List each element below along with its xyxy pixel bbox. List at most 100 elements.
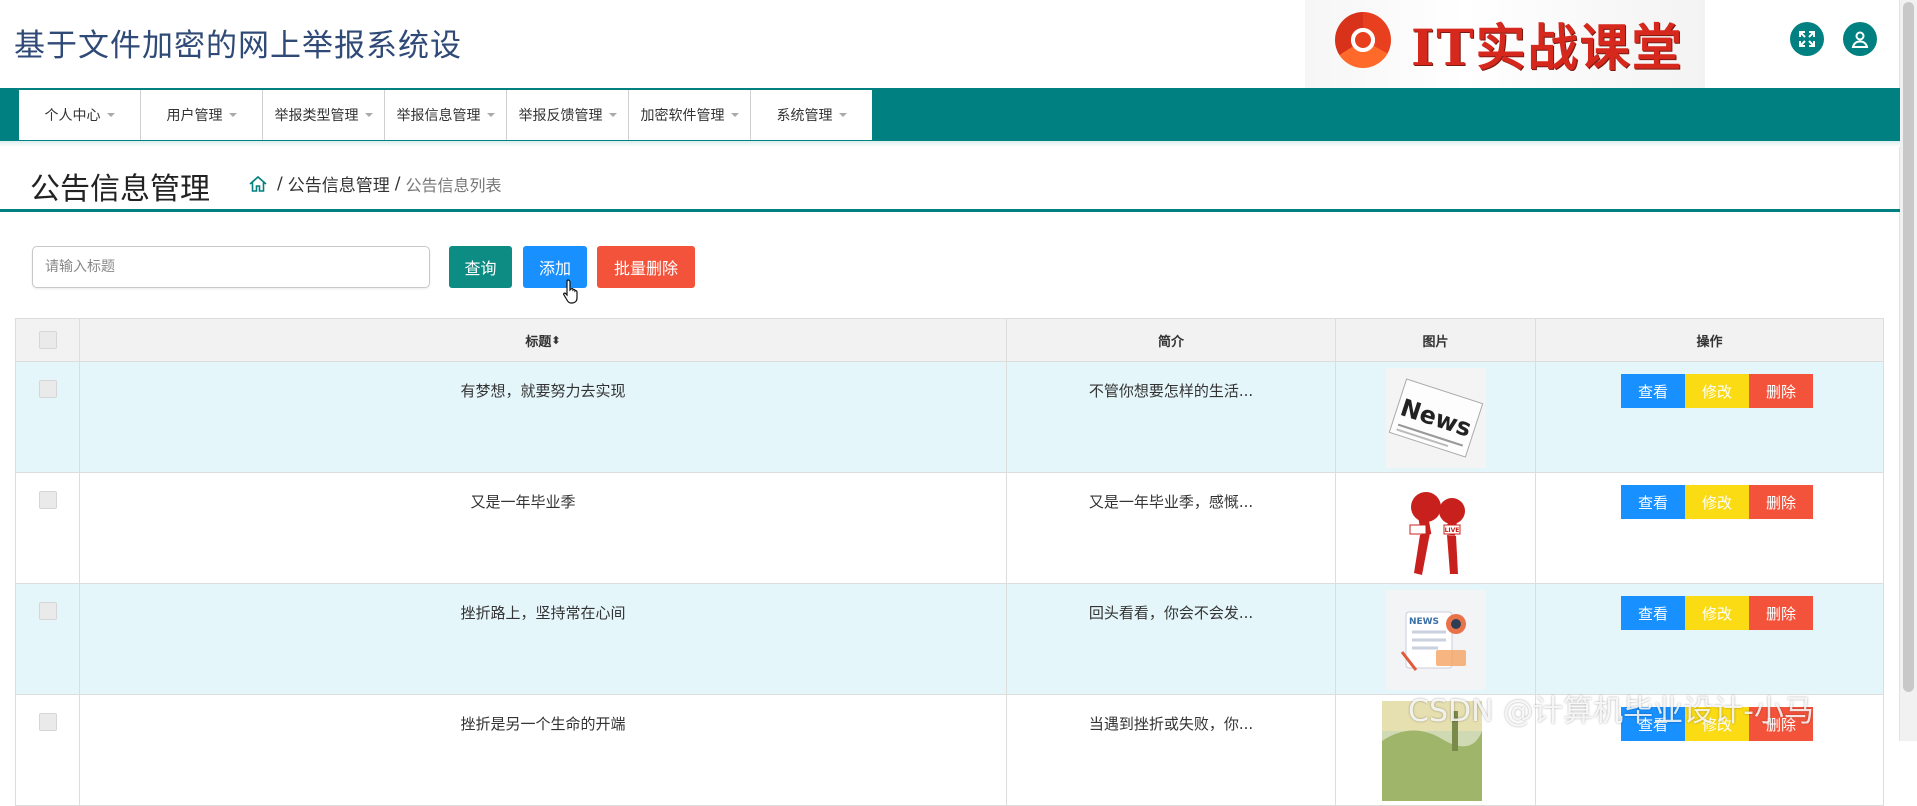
user-avatar-icon[interactable] [1843,22,1877,56]
view-button[interactable]: 查看 [1621,485,1685,519]
nav-item-label: 系统管理 [776,108,833,124]
intro-cell: 又是一年毕业季，感慨... [1007,473,1336,583]
scroll-thumb[interactable] [1903,2,1914,692]
view-button[interactable]: 查看 [1621,596,1685,630]
news-newspaper-image[interactable]: News [1386,368,1486,468]
intro-cell: 当遇到挫折或失败，你... [1007,695,1336,805]
intro-cell: 回头看看，你会不会发... [1007,584,1336,694]
row-intro: 又是一年毕业季，感慨... [1088,493,1254,511]
main-nav: 个人中心 用户管理 举报类型管理 举报信息管理 举报反馈管理 加密软件管理 系统… [0,88,1900,141]
nav-item-personal-center[interactable]: 个人中心 [19,90,141,140]
nav-item-report-feedback-management[interactable]: 举报反馈管理 [507,90,629,140]
image-cell: NEWS [1336,584,1536,694]
row-title: 又是一年毕业季 [470,493,576,511]
caret-down-icon [106,113,115,117]
row-intro: 当遇到挫折或失败，你... [1088,715,1254,733]
edit-button[interactable]: 修改 [1685,485,1749,519]
caret-down-icon [730,113,739,117]
title-cell: 挫折是另一个生命的开端 [80,695,1007,805]
nav-shadow [0,141,1900,147]
header: 基于文件加密的网上举报系统设 IT实战课堂 [0,0,1900,88]
page-scrollbar[interactable] [1899,0,1917,741]
row-title: 有梦想，就要努力去实现 [460,382,626,400]
row-checkbox[interactable] [39,380,57,398]
breadcrumb: / 公告信息管理 / 公告信息列表 [248,171,501,196]
nav-item-label: 加密软件管理 [640,108,725,124]
batch-delete-button[interactable]: 批量删除 [597,246,695,288]
query-button[interactable]: 查询 [449,246,512,288]
row-intro: 不管你想要怎样的生活... [1088,382,1254,400]
breadcrumb-separator: / [394,173,401,194]
row-title: 挫折路上，坚持常在心间 [460,604,626,622]
svg-text:LIVE: LIVE [1445,527,1460,534]
brand-logo-icon [1335,12,1391,68]
brand-banner: IT实战课堂 [1305,0,1705,88]
col-header-actions: 操作 [1696,334,1723,350]
nav-item-label: 举报反馈管理 [518,108,603,124]
actions-cell: 查看 修改 删除 [1536,362,1883,472]
nav-item-report-type-management[interactable]: 举报类型管理 [263,90,385,140]
news-illustration-image[interactable]: NEWS [1386,590,1486,690]
intro-cell: 不管你想要怎样的生活... [1007,362,1336,472]
fullscreen-icon[interactable] [1790,22,1824,56]
row-intro: 回头看看，你会不会发... [1088,604,1254,622]
title-cell: 挫折路上，坚持常在心间 [80,584,1007,694]
delete-button[interactable]: 删除 [1749,596,1813,630]
home-icon[interactable] [248,174,268,194]
nav-item-report-info-management[interactable]: 举报信息管理 [385,90,507,140]
row-select-cell [16,584,80,694]
nav-item-encryption-software-management[interactable]: 加密软件管理 [629,90,751,140]
table-row: 又是一年毕业季 又是一年毕业季，感慨... LIVE 查看 修改 删除 [15,473,1884,584]
title-cell: 又是一年毕业季 [80,473,1007,583]
actions-cell: 查看 修改 删除 [1536,473,1883,583]
caret-down-icon [228,113,237,117]
row-select-cell [16,473,80,583]
edit-button[interactable]: 修改 [1685,374,1749,408]
nav-item-label: 用户管理 [166,108,223,124]
csdn-watermark: CSDN @计算机毕业设计-小马 [1408,694,1814,729]
caret-down-icon [838,113,847,117]
delete-button[interactable]: 删除 [1749,485,1813,519]
col-header-image: 图片 [1336,319,1536,361]
news-microphones-image[interactable]: LIVE [1386,479,1486,579]
col-header-title-label: 标题 [525,334,552,350]
table-row: 挫折路上，坚持常在心间 回头看看，你会不会发... NEWS 查看 修改 删除 [15,584,1884,695]
row-select-cell [16,362,80,472]
page-title: 公告信息管理 [30,172,210,207]
nav-item-system-management[interactable]: 系统管理 [751,90,872,140]
nav-item-label: 个人中心 [44,108,101,124]
title-cell: 有梦想，就要努力去实现 [80,362,1007,472]
breadcrumb-separator: / [277,173,283,194]
breadcrumb-section[interactable]: 公告信息管理 [288,171,390,196]
nav-item-label: 举报类型管理 [274,108,359,124]
sort-icon[interactable]: ⬍ [551,334,560,347]
select-all-cell [16,319,80,361]
col-header-intro: 简介 [1007,319,1336,361]
edit-button[interactable]: 修改 [1685,596,1749,630]
caret-down-icon [608,113,617,117]
image-cell: News [1336,362,1536,472]
hand-cursor-icon [562,279,578,304]
delete-button[interactable]: 删除 [1749,374,1813,408]
col-header-title[interactable]: 标题 ⬍ [80,319,1007,361]
breadcrumb-current: 公告信息列表 [405,175,502,195]
nav-item-user-management[interactable]: 用户管理 [141,90,263,140]
row-checkbox[interactable] [39,602,57,620]
image-cell: LIVE [1336,473,1536,583]
app-title: 基于文件加密的网上举报系统设 [14,28,462,64]
caret-down-icon [486,113,495,117]
brand-text: IT实战课堂 [1411,18,1684,77]
table-row: 有梦想，就要努力去实现 不管你想要怎样的生活... News 查看 修改 删除 [15,362,1884,473]
select-all-checkbox[interactable] [38,331,57,349]
title-divider [0,209,1900,212]
nav-item-label: 举报信息管理 [396,108,481,124]
row-checkbox[interactable] [39,491,57,509]
row-title: 挫折是另一个生命的开端 [460,715,626,733]
caret-down-icon [364,113,373,117]
view-button[interactable]: 查看 [1621,374,1685,408]
row-checkbox[interactable] [39,713,57,731]
svg-text:NEWS: NEWS [1409,617,1439,627]
table-header: 标题 ⬍ 简介 图片 操作 [15,318,1884,362]
actions-cell: 查看 修改 删除 [1536,584,1883,694]
search-input[interactable] [32,246,430,288]
